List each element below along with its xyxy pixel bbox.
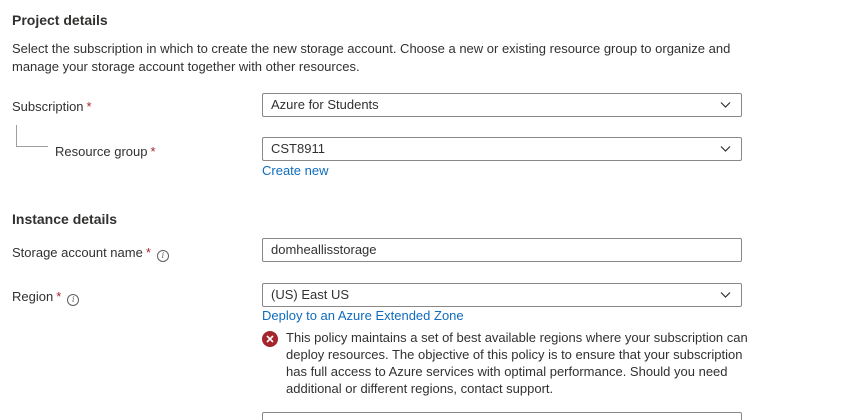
resource-group-label: Resource group *: [55, 144, 156, 159]
storage-account-name-label-text: Storage account name: [12, 245, 143, 260]
subscription-label-text: Subscription: [12, 99, 84, 114]
region-label-text: Region: [12, 289, 54, 304]
info-icon[interactable]: i: [67, 294, 80, 306]
storage-account-form: Project details Select the subscription …: [0, 0, 857, 420]
region-dropdown[interactable]: (US) East US: [262, 283, 742, 307]
tree-connector-vertical: [16, 125, 17, 146]
info-icon[interactable]: i: [156, 250, 169, 262]
storage-account-name-value: domheallisstorage: [271, 242, 377, 257]
required-marker: *: [86, 99, 92, 114]
project-details-heading: Project details: [12, 12, 108, 28]
resource-group-dropdown[interactable]: CST8911: [262, 137, 742, 161]
storage-account-name-label: Storage account name * i: [12, 245, 169, 262]
tree-connector-horizontal: [16, 146, 48, 147]
required-marker: *: [150, 144, 156, 159]
instance-details-heading: Instance details: [12, 211, 118, 227]
region-label: Region * i: [12, 289, 80, 306]
subscription-dropdown[interactable]: Azure for Students: [262, 93, 742, 117]
chevron-down-icon: [720, 292, 731, 298]
required-marker: *: [56, 289, 62, 304]
storage-account-name-input[interactable]: domheallisstorage: [262, 238, 742, 262]
required-marker: *: [145, 245, 151, 260]
resource-group-label-text: Resource group: [55, 144, 148, 159]
project-details-description: Select the subscription in which to crea…: [12, 41, 731, 74]
subscription-label: Subscription *: [12, 99, 92, 114]
deploy-extended-zone-link[interactable]: Deploy to an Azure Extended Zone: [262, 308, 464, 323]
region-error-message: This policy maintains a set of best avai…: [286, 330, 748, 396]
resource-group-value: CST8911: [271, 141, 325, 156]
error-icon: [262, 331, 278, 347]
chevron-down-icon: [720, 102, 731, 108]
chevron-down-icon: [720, 146, 731, 152]
subscription-value: Azure for Students: [271, 97, 379, 112]
next-field-partial[interactable]: [262, 412, 742, 420]
region-value: (US) East US: [271, 287, 350, 302]
create-new-link[interactable]: Create new: [262, 163, 328, 178]
